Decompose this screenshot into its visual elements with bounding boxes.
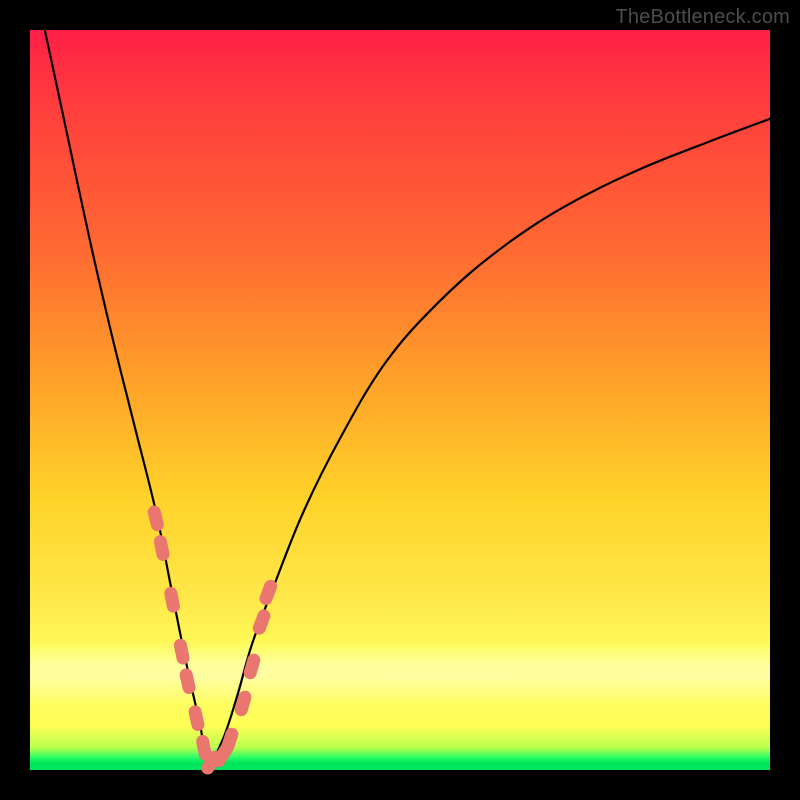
marker-pill <box>187 704 205 732</box>
marker-pill <box>163 586 181 614</box>
bottleneck-curve <box>45 30 770 763</box>
curve-path <box>45 30 770 763</box>
marker-pill <box>233 689 253 718</box>
curve-layer <box>30 30 770 770</box>
marker-pill <box>153 534 171 562</box>
marker-pill <box>173 638 191 666</box>
plot-area <box>30 30 770 770</box>
watermark-text: TheBottleneck.com <box>615 6 790 29</box>
marker-pill <box>251 608 272 637</box>
marker-pill <box>146 504 165 532</box>
marker-pill <box>178 667 196 695</box>
chart-stage: TheBottleneck.com <box>0 0 800 800</box>
highlighted-points <box>146 504 279 777</box>
